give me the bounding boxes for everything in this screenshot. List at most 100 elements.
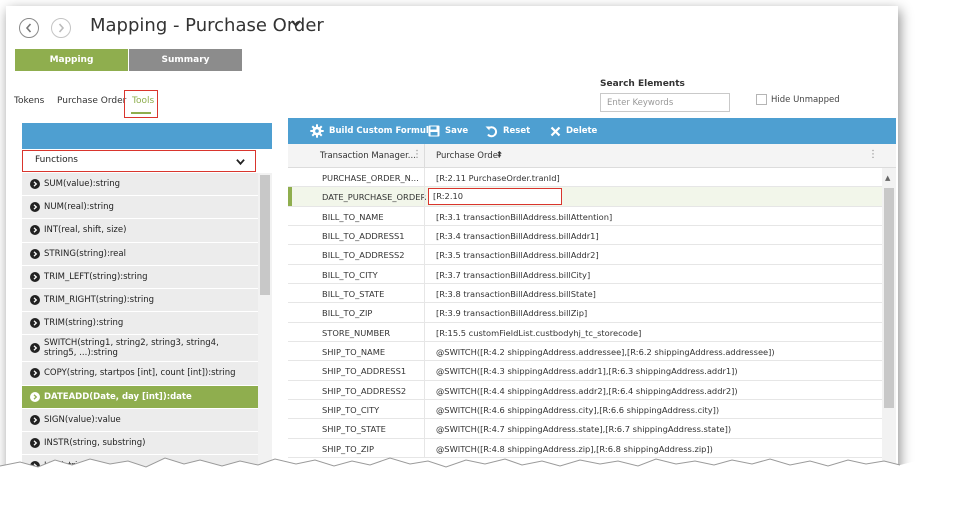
- chevron-circle-right-icon: [30, 295, 40, 306]
- table-row[interactable]: BILL_TO_STATE [R:3.8 transactionBillAddre…: [288, 284, 882, 304]
- mapping-grid: PURCHASE_ORDER_N... [R:2.11 PurchaseOrder…: [288, 168, 882, 459]
- mapping-cell[interactable]: [R:3.1 transactionBillAddress.billAttent…: [436, 212, 612, 222]
- mapping-cell[interactable]: [R:3.7 transactionBillAddress.billCity]: [436, 270, 590, 280]
- column-divider: [424, 144, 425, 168]
- table-row[interactable]: SHIP_TO_ADDRESS2 @SWITCH([R:4.4 shippingA…: [288, 380, 882, 401]
- function-label: NUM(real):string: [44, 202, 114, 213]
- function-item[interactable]: SIGN(value):value: [22, 408, 258, 432]
- chevron-circle-right-icon: [30, 391, 40, 402]
- table-row[interactable]: BILL_TO_CITY [R:3.7 transactionBillAddres…: [288, 264, 882, 285]
- table-row[interactable]: SHIP_TO_NAME @SWITCH([R:4.2 shippingAddre…: [288, 342, 882, 362]
- column-menu-icon[interactable]: ⋮: [868, 149, 878, 160]
- subtab-tokens[interactable]: Tokens: [14, 96, 44, 106]
- cell-divider: [424, 380, 425, 400]
- mapping-panel: Build Custom Formula Save Reset Delete T…: [288, 118, 896, 506]
- mapping-cell[interactable]: @SWITCH([R:4.2 shippingAddress.addressee…: [436, 347, 775, 357]
- back-button[interactable]: [19, 18, 39, 38]
- field-cell: BILL_TO_NAME: [322, 211, 384, 222]
- mapping-cell[interactable]: [R:3.4 transactionBillAddress.billAddr1]: [436, 231, 599, 241]
- function-label: STRING(string):real: [44, 248, 126, 259]
- chevron-circle-right-icon: [30, 437, 40, 448]
- function-label: INSTR(string, substring): [44, 437, 146, 448]
- functions-panel: Functions SUM(value):string NUM(real):st…: [22, 123, 272, 506]
- table-row[interactable]: BILL_TO_ADDRESS2 [R:3.5 transactionBillAd…: [288, 245, 882, 265]
- column-menu-icon[interactable]: ⋮: [412, 149, 422, 160]
- mapping-cell[interactable]: [R:3.9 transactionBillAddress.billZip]: [436, 308, 587, 318]
- chevron-circle-right-icon: [30, 202, 40, 213]
- chevron-down-icon: [236, 159, 245, 166]
- functions-dropdown[interactable]: Functions: [22, 150, 256, 172]
- field-cell: BILL_TO_ZIP: [322, 308, 373, 319]
- function-item[interactable]: SWITCH(string1, string2, string3, string…: [22, 335, 258, 363]
- mapping-cell[interactable]: @SWITCH([R:4.6 shippingAddress.city],[R:…: [436, 405, 719, 415]
- save-button[interactable]: Save: [428, 118, 468, 144]
- search-input[interactable]: [600, 93, 730, 112]
- tab-mapping[interactable]: Mapping: [15, 49, 128, 71]
- sort-icon[interactable]: ⬍: [496, 150, 503, 159]
- chevron-circle-right-icon: [30, 343, 40, 354]
- function-label: DATEADD(Date, day [int]):date: [44, 391, 192, 402]
- chevron-circle-right-icon: [30, 318, 40, 329]
- function-item[interactable]: STRING(string):real: [22, 242, 258, 266]
- column-header-transaction-manager[interactable]: Transaction Manager...: [320, 151, 416, 161]
- table-row[interactable]: BILL_TO_ADDRESS1 [R:3.4 transactionBillAd…: [288, 226, 882, 246]
- grid-scroll-thumb[interactable]: [884, 188, 894, 408]
- chevron-circle-right-icon: [30, 225, 40, 236]
- subtab-purchase-order[interactable]: Purchase Order: [57, 96, 126, 106]
- forward-button[interactable]: [51, 18, 71, 38]
- mapping-cell[interactable]: @SWITCH([R:4.7 shippingAddress.state],[R…: [436, 424, 731, 434]
- table-row[interactable]: BILL_TO_ZIP [R:3.9 transactionBillAddress…: [288, 303, 882, 323]
- mapping-cell[interactable]: @SWITCH([R:4.4 shippingAddress.addr2],[R…: [436, 386, 738, 396]
- mapping-cell[interactable]: [R:2.11 PurchaseOrder.tranId]: [436, 173, 560, 183]
- cell-divider: [424, 187, 425, 206]
- column-header-purchase-order[interactable]: Purchase Order: [436, 151, 501, 161]
- functions-panel-header: [22, 123, 272, 149]
- torn-edge-decoration: [0, 457, 955, 528]
- tab-summary[interactable]: Summary: [129, 49, 242, 71]
- scroll-up-icon[interactable]: ▲: [885, 174, 890, 182]
- function-item[interactable]: TRIM_LEFT(string):string: [22, 265, 258, 289]
- cell-divider: [424, 419, 425, 438]
- field-cell: STORE_NUMBER: [322, 327, 391, 338]
- table-row[interactable]: PURCHASE_ORDER_N... [R:2.11 PurchaseOrder…: [288, 168, 882, 188]
- mapping-cell[interactable]: [R:3.8 transactionBillAddress.billState]: [436, 289, 596, 299]
- reset-button[interactable]: Reset: [485, 118, 530, 144]
- cell-divider: [424, 400, 425, 419]
- tools-highlight-box: [124, 90, 158, 118]
- field-cell: SHIP_TO_STATE: [322, 424, 386, 435]
- page-title: Mapping - Purchase Order: [90, 15, 324, 36]
- chevron-down-icon[interactable]: [291, 18, 301, 28]
- function-item[interactable]: TRIM_RIGHT(string):string: [22, 288, 258, 313]
- table-row-selected[interactable]: DATE_PURCHASE_ORDER[R:2.10 PurchaseOrder…: [288, 187, 882, 215]
- function-item[interactable]: COPY(string, startpos [int], count [int]…: [22, 362, 258, 386]
- table-row[interactable]: STORE_NUMBER [R:15.5 customFieldList.cust…: [288, 322, 882, 343]
- undo-icon: [485, 125, 497, 137]
- field-cell: SHIP_TO_NAME: [322, 347, 386, 358]
- chevron-circle-right-icon: [30, 414, 40, 425]
- table-row[interactable]: SHIP_TO_STATE @SWITCH([R:4.7 shippingAddr…: [288, 419, 882, 439]
- chevron-right-icon: [58, 23, 65, 33]
- table-row[interactable]: BILL_TO_NAME [R:3.1 transactionBillAddres…: [288, 206, 882, 227]
- mapping-cell-editor[interactable]: [R:2.10 PurchaseOrder.tranDate]: [428, 188, 562, 215]
- function-item[interactable]: NUM(real):string: [22, 196, 258, 220]
- table-row[interactable]: SHIP_TO_CITY @SWITCH([R:4.6 shippingAddre…: [288, 400, 882, 420]
- hide-unmapped-checkbox[interactable]: [756, 94, 767, 105]
- cell-divider: [424, 284, 425, 303]
- chevron-circle-right-icon: [30, 271, 40, 282]
- functions-dropdown-value: Functions: [35, 155, 78, 165]
- chevron-circle-right-icon: [30, 179, 40, 190]
- function-item[interactable]: SUM(value):string: [22, 173, 258, 197]
- floppy-disk-icon: [428, 125, 440, 137]
- mapping-cell[interactable]: [R:3.5 transactionBillAddress.billAddr2]: [436, 250, 599, 260]
- functions-scroll-thumb[interactable]: [260, 175, 270, 295]
- build-custom-formula-label: Build Custom Formula: [329, 126, 435, 136]
- mapping-cell[interactable]: [R:15.5 customFieldList.custbodyhj_tc_st…: [436, 328, 641, 338]
- field-cell: BILL_TO_STATE: [322, 289, 385, 300]
- function-item[interactable]: TRIM(string):string: [22, 312, 258, 336]
- mapping-cell[interactable]: @SWITCH([R:4.3 shippingAddress.addr1],[R…: [436, 366, 738, 376]
- delete-button[interactable]: Delete: [550, 118, 597, 144]
- build-custom-formula-button[interactable]: Build Custom Formula: [310, 118, 435, 144]
- function-item[interactable]: INT(real, shift, size): [22, 219, 258, 243]
- table-row[interactable]: SHIP_TO_ADDRESS1 @SWITCH([R:4.3 shippingA…: [288, 361, 882, 381]
- function-item-selected[interactable]: DATEADD(Date, day [int]):date: [22, 385, 258, 409]
